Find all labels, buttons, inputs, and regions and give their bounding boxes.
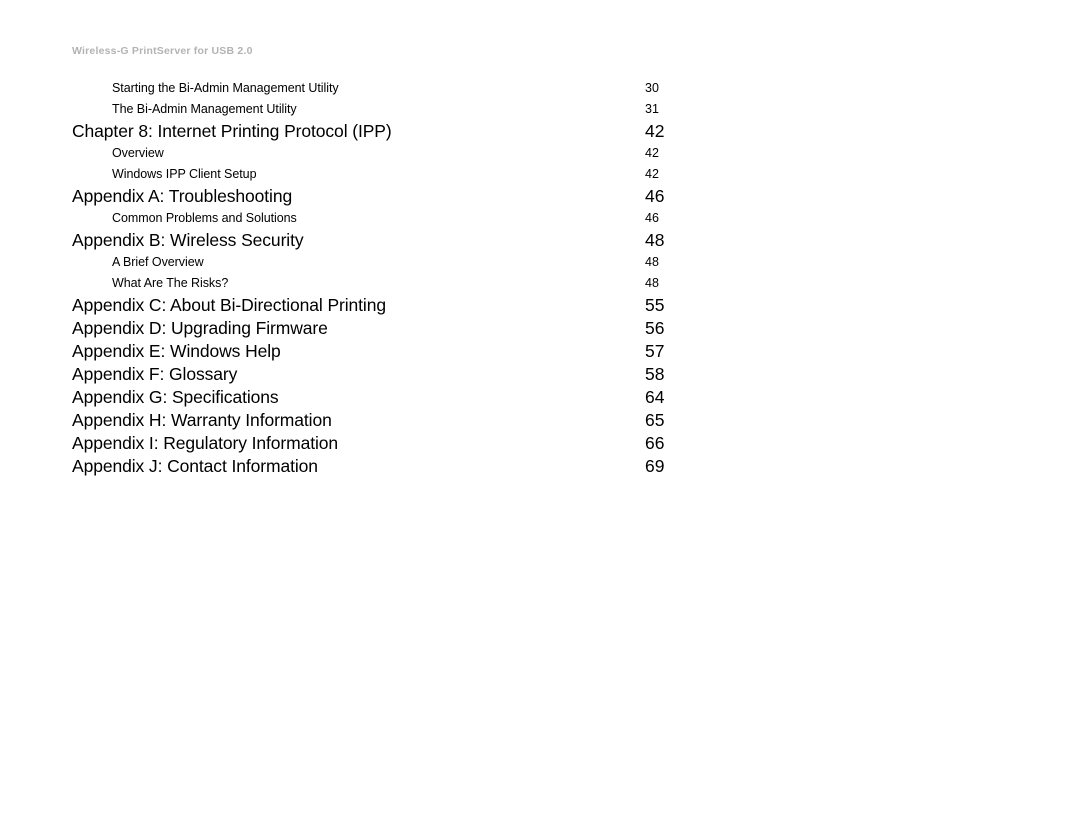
toc-entry-title: What Are The Risks? xyxy=(112,276,229,290)
toc-entry[interactable]: Appendix F: Glossary 58 xyxy=(0,363,1080,386)
toc-entry-title: Chapter 8: Internet Printing Protocol (I… xyxy=(72,121,392,141)
toc-entry-page-number: 64 xyxy=(645,387,665,407)
toc-entry-title: Starting the Bi-Admin Management Utility xyxy=(112,81,339,95)
toc-entry-title: Appendix B: Wireless Security xyxy=(72,230,304,250)
toc-entry-page-number: 65 xyxy=(645,410,665,430)
toc-entry-page-number: 57 xyxy=(645,341,665,361)
toc-entry-page-number: 69 xyxy=(645,456,665,476)
toc-entry[interactable]: What Are The Risks? 48 xyxy=(0,273,1080,294)
toc-entry-page-number: 55 xyxy=(645,295,665,315)
toc-entry[interactable]: A Brief Overview 48 xyxy=(0,252,1080,273)
toc-entry-page-number: 66 xyxy=(645,433,665,453)
toc-entry-page-number: 42 xyxy=(645,167,659,181)
toc-entry[interactable]: Appendix B: Wireless Security 48 xyxy=(0,229,1080,252)
toc-entry[interactable]: Starting the Bi-Admin Management Utility… xyxy=(0,78,1080,99)
toc-entry-title: Appendix G: Specifications xyxy=(72,387,279,407)
toc-entry[interactable]: Appendix H: Warranty Information 65 xyxy=(0,409,1080,432)
toc-entry[interactable]: Appendix A: Troubleshooting 46 xyxy=(0,185,1080,208)
toc-entry-page-number: 48 xyxy=(645,255,659,269)
toc-entry[interactable]: Appendix I: Regulatory Information 66 xyxy=(0,432,1080,455)
toc-entry-page-number: 31 xyxy=(645,102,659,116)
running-header: Wireless-G PrintServer for USB 2.0 xyxy=(72,45,253,57)
toc-entry[interactable]: Appendix D: Upgrading Firmware 56 xyxy=(0,317,1080,340)
toc-entry-title: Appendix F: Glossary xyxy=(72,364,238,384)
toc-entry-page-number: 58 xyxy=(645,364,665,384)
toc-entry-title: Appendix J: Contact Information xyxy=(72,456,318,476)
toc-entry-title: Appendix E: Windows Help xyxy=(72,341,281,361)
toc-entry[interactable]: Appendix C: About Bi-Directional Printin… xyxy=(0,294,1080,317)
toc-entry[interactable]: Appendix G: Specifications 64 xyxy=(0,386,1080,409)
toc-entry-title: Appendix I: Regulatory Information xyxy=(72,433,339,453)
toc-entry-page-number: 42 xyxy=(645,146,659,160)
toc-entry-title: Windows IPP Client Setup xyxy=(112,167,257,181)
toc-entry-page-number: 42 xyxy=(645,121,665,141)
toc-entry-page-number: 46 xyxy=(645,211,659,225)
toc-entry-page-number: 48 xyxy=(645,276,659,290)
toc-entry-title: Appendix D: Upgrading Firmware xyxy=(72,318,328,338)
toc-entry[interactable]: The Bi-Admin Management Utility 31 xyxy=(0,99,1080,120)
toc-entry-title: Appendix A: Troubleshooting xyxy=(72,186,293,206)
toc-entry[interactable]: Appendix J: Contact Information 69 xyxy=(0,455,1080,478)
document-page: Wireless-G PrintServer for USB 2.0 Start… xyxy=(0,0,1080,834)
toc-entry[interactable]: Appendix E: Windows Help 57 xyxy=(0,340,1080,363)
toc-entry-title: Common Problems and Solutions xyxy=(112,211,297,225)
toc-entry-title: Appendix H: Warranty Information xyxy=(72,410,332,430)
toc-entry[interactable]: Chapter 8: Internet Printing Protocol (I… xyxy=(0,120,1080,143)
toc-entry[interactable]: Common Problems and Solutions 46 xyxy=(0,208,1080,229)
toc-entry-title: The Bi-Admin Management Utility xyxy=(112,102,297,116)
toc-entry-title: Overview xyxy=(112,146,164,160)
toc-entry-page-number: 46 xyxy=(645,186,665,206)
toc-entry-page-number: 48 xyxy=(645,230,665,250)
toc-entry-page-number: 30 xyxy=(645,81,659,95)
toc-entry[interactable]: Windows IPP Client Setup 42 xyxy=(0,164,1080,185)
toc-entry[interactable]: Overview 42 xyxy=(0,143,1080,164)
toc-entry-title: Appendix C: About Bi-Directional Printin… xyxy=(72,295,386,315)
toc-entry-title: A Brief Overview xyxy=(112,255,204,269)
table-of-contents: Starting the Bi-Admin Management Utility… xyxy=(0,78,1080,478)
toc-entry-page-number: 56 xyxy=(645,318,665,338)
